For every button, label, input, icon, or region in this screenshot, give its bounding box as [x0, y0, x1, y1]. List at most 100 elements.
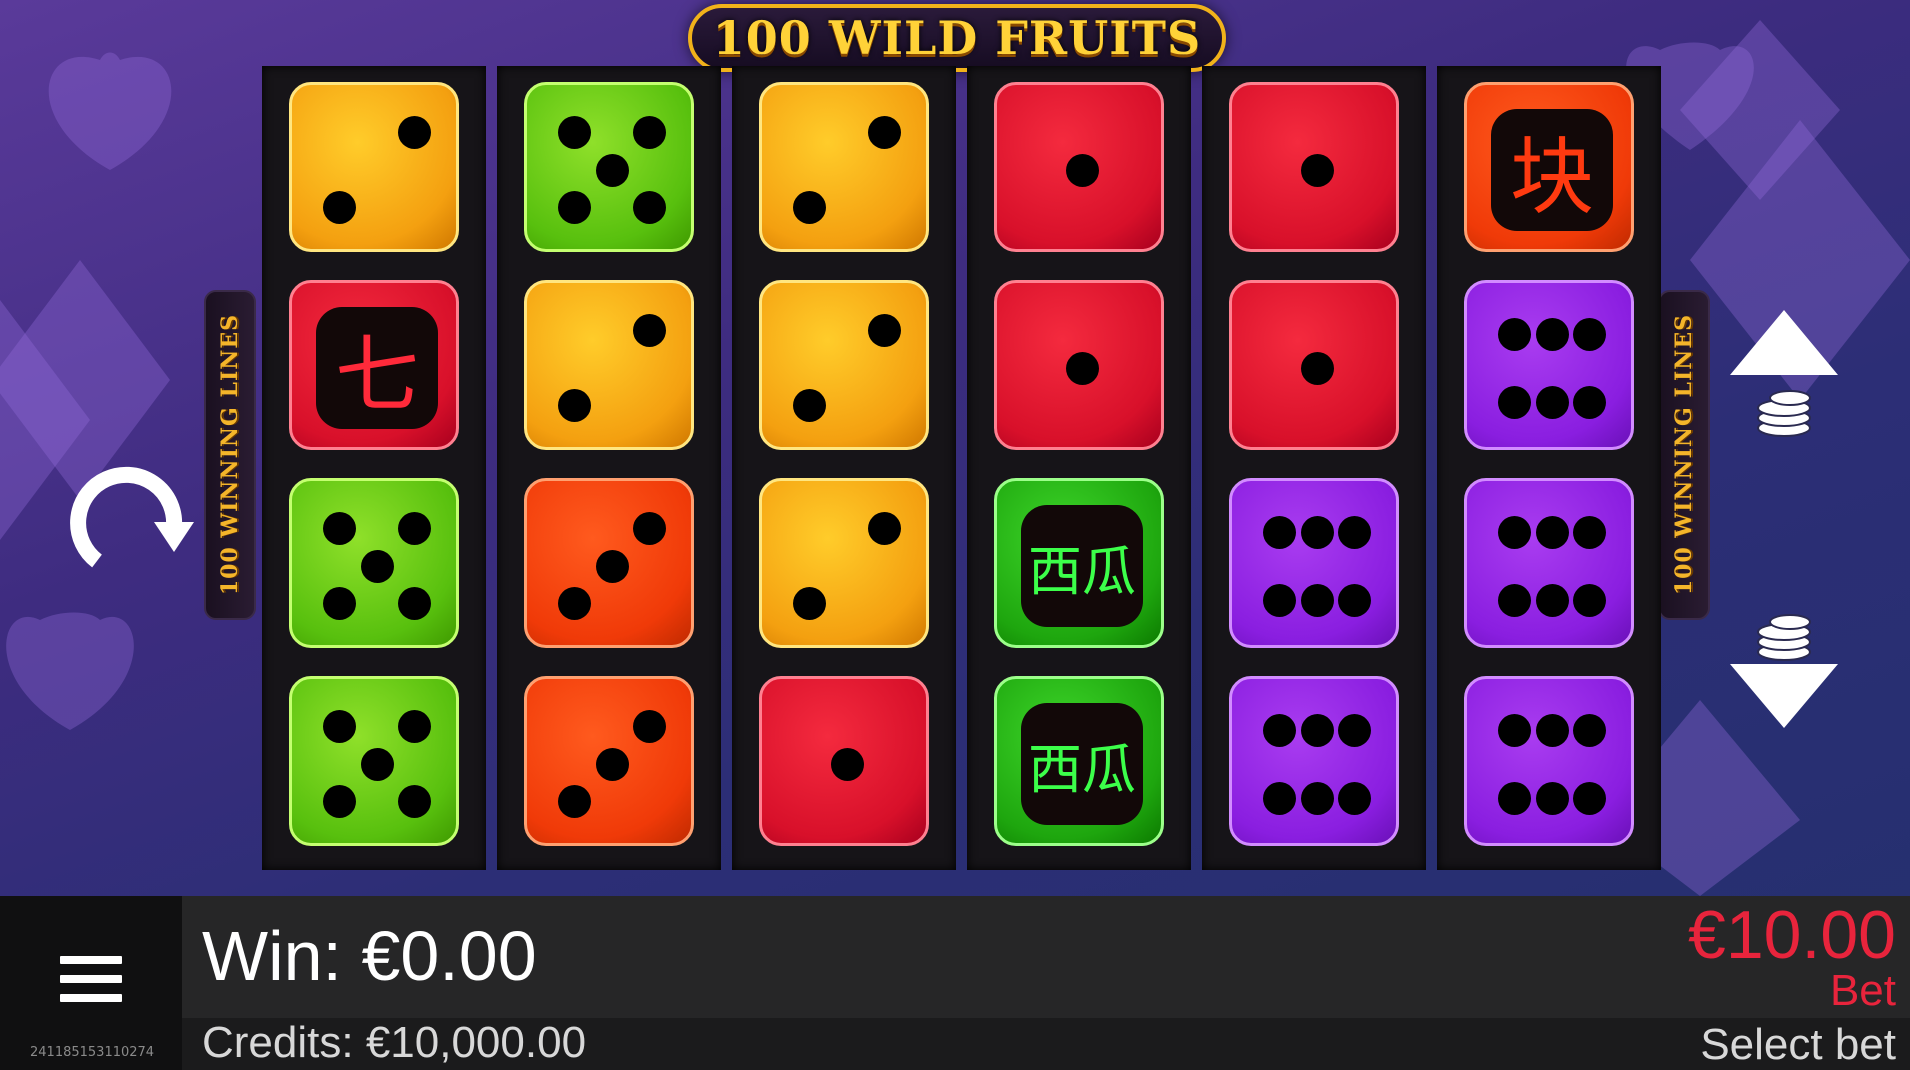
- red-die-1-symbol: [759, 676, 929, 846]
- yellow-die-2-symbol: [524, 280, 694, 450]
- reel-3: [732, 66, 956, 870]
- die-pip: [323, 586, 357, 620]
- die-pip: [397, 116, 431, 150]
- purple-die-6-symbol: [1464, 280, 1634, 450]
- die-pip: [793, 586, 827, 620]
- die-pip: [397, 710, 431, 744]
- menu-icon-bar: [60, 994, 122, 1002]
- die-pip: [1263, 515, 1297, 549]
- reel-4: 西瓜 西瓜: [967, 66, 1191, 870]
- die-pip: [1498, 713, 1532, 747]
- die-pip: [397, 586, 431, 620]
- reel-1: 七: [262, 66, 486, 870]
- yellow-die-2-symbol: [289, 82, 459, 252]
- die-pip: [1300, 153, 1334, 187]
- bet-increase-button[interactable]: [1724, 310, 1844, 440]
- purple-die-6-symbol: [1229, 478, 1399, 648]
- die-pip: [867, 116, 901, 150]
- die-pip: [1300, 351, 1334, 385]
- autoplay-icon: [70, 466, 194, 568]
- die-pip: [632, 314, 666, 348]
- die-pip: [1263, 781, 1297, 815]
- die-pip: [595, 153, 629, 187]
- reel-5: [1202, 66, 1426, 870]
- glyph-symbol: 七: [289, 280, 459, 450]
- die-pip: [558, 116, 592, 150]
- die-pip: [1572, 317, 1606, 351]
- die-pip: [1300, 583, 1334, 617]
- die-pip: [323, 710, 357, 744]
- die-pip: [632, 116, 666, 150]
- symbol-glyph: 西瓜: [1021, 505, 1143, 627]
- die-pip: [360, 747, 394, 781]
- die-pip: [1337, 583, 1371, 617]
- yellow-die-2-symbol: [759, 478, 929, 648]
- die-pip: [1572, 713, 1606, 747]
- die-pip: [323, 190, 357, 224]
- green-die-5-symbol: [289, 478, 459, 648]
- die-pip: [595, 747, 629, 781]
- die-pip: [1572, 385, 1606, 419]
- red-die-1-symbol: [994, 280, 1164, 450]
- autoplay-button[interactable]: [62, 456, 202, 596]
- die-pip: [1337, 781, 1371, 815]
- orange-die-3-symbol: [524, 478, 694, 648]
- die-pip: [397, 512, 431, 546]
- die-pip: [1300, 515, 1334, 549]
- winning-lines-banner-left: 100 WINNING LINES: [204, 290, 256, 620]
- die-pip: [1337, 515, 1371, 549]
- reel-2: [497, 66, 721, 870]
- die-pip: [632, 190, 666, 224]
- winning-lines-banner-right: 100 WINNING LINES: [1658, 290, 1710, 620]
- bet-label: Bet: [1829, 966, 1896, 1015]
- die-pip: [1498, 583, 1532, 617]
- die-pip: [558, 190, 592, 224]
- symbol-glyph: 块: [1491, 109, 1613, 231]
- glyph-symbol: 块: [1464, 82, 1634, 252]
- die-pip: [1572, 781, 1606, 815]
- win-amount: Win: €0.00: [202, 917, 537, 995]
- die-pip: [1300, 781, 1334, 815]
- glyph-symbol: 西瓜: [994, 478, 1164, 648]
- symbol-glyph: 西瓜: [1021, 703, 1143, 825]
- red-die-1-symbol: [1229, 82, 1399, 252]
- symbol-glyph: 七: [316, 307, 438, 429]
- bet-value[interactable]: €10.00: [1688, 896, 1896, 974]
- die-pip: [558, 586, 592, 620]
- glyph-symbol: 西瓜: [994, 676, 1164, 846]
- menu-button[interactable]: [60, 956, 122, 1010]
- die-pip: [793, 190, 827, 224]
- die-pip: [632, 710, 666, 744]
- purple-die-6-symbol: [1229, 676, 1399, 846]
- red-die-1-symbol: [994, 82, 1164, 252]
- die-pip: [1498, 515, 1532, 549]
- die-pip: [1572, 515, 1606, 549]
- die-pip: [793, 388, 827, 422]
- die-pip: [1498, 781, 1532, 815]
- die-pip: [323, 512, 357, 546]
- die-pip: [1572, 583, 1606, 617]
- die-pip: [1498, 385, 1532, 419]
- die-pip: [1535, 515, 1569, 549]
- yellow-die-2-symbol: [759, 280, 929, 450]
- bet-up-icon: [1730, 310, 1838, 437]
- die-pip: [323, 784, 357, 818]
- select-bet-button[interactable]: Select bet: [1700, 1020, 1896, 1070]
- die-pip: [1535, 713, 1569, 747]
- die-pip: [1065, 351, 1099, 385]
- game-title: 100 WILD FRUITS: [712, 11, 1202, 65]
- menu-icon: [60, 956, 122, 964]
- menu-icon-bar: [60, 975, 122, 983]
- die-pip: [1535, 781, 1569, 815]
- green-die-5-symbol: [524, 82, 694, 252]
- die-pip: [830, 747, 864, 781]
- die-pip: [1498, 317, 1532, 351]
- die-pip: [1535, 583, 1569, 617]
- purple-die-6-symbol: [1464, 478, 1634, 648]
- die-pip: [1535, 385, 1569, 419]
- bet-decrease-button[interactable]: [1724, 600, 1844, 730]
- green-die-5-symbol: [289, 676, 459, 846]
- yellow-die-2-symbol: [759, 82, 929, 252]
- die-pip: [1263, 713, 1297, 747]
- die-pip: [1535, 317, 1569, 351]
